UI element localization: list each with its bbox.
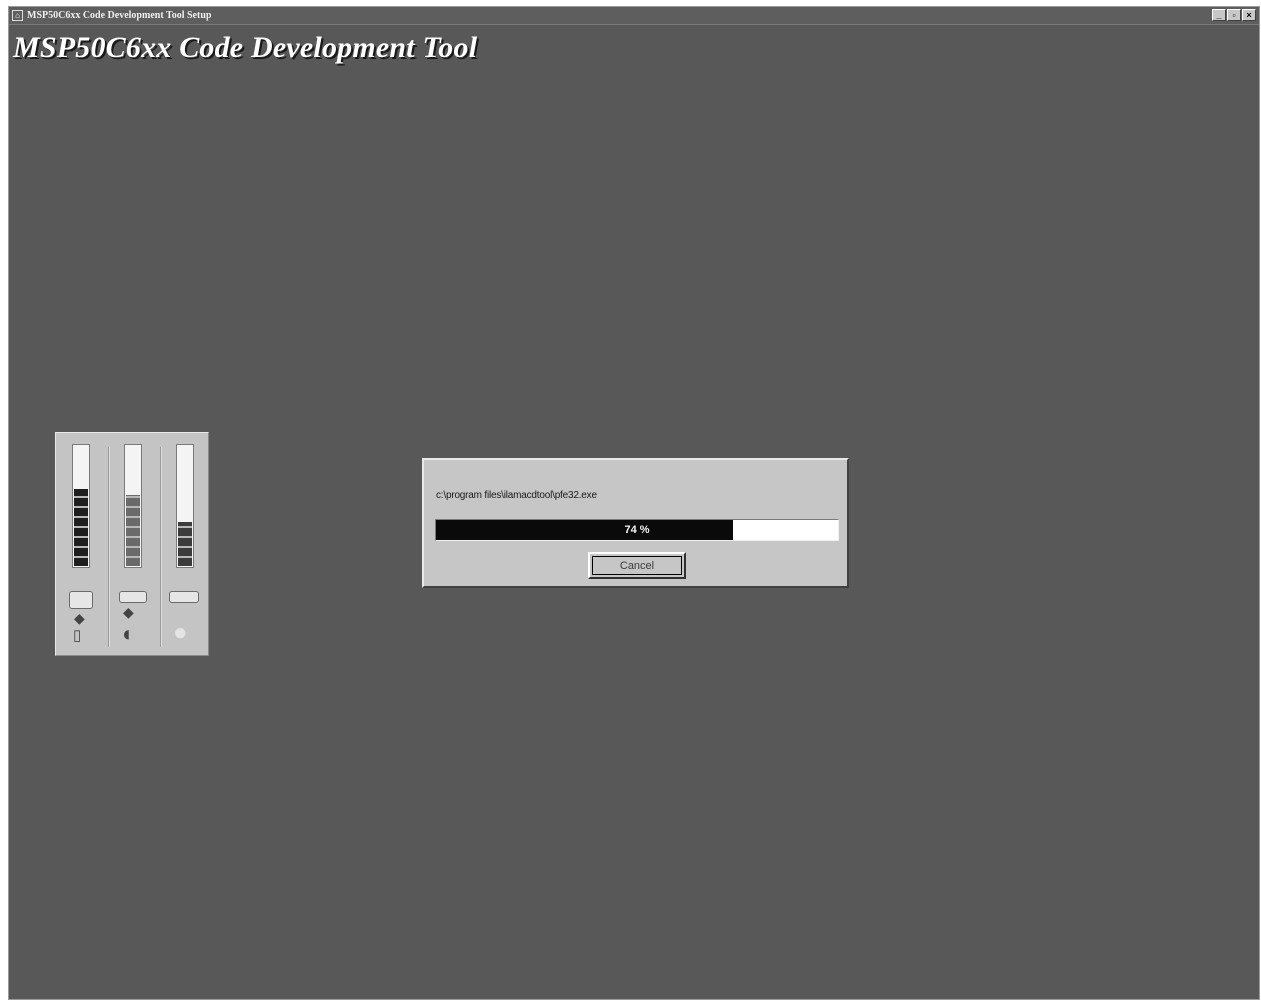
drive-icon [69,591,93,609]
drive-icon [169,591,199,603]
resource-meter-panel: ◆ ▯ ◆ ◐ ● [55,432,209,656]
arrow-down-icon: ◆ [74,610,85,626]
window-title: MSP50C6xx Code Development Tool Setup [27,10,212,21]
drive-icon [119,591,147,603]
document-icon: ▯ [73,627,82,644]
setup-banner-title: MSP50C6xx Code Development Tool [13,31,478,64]
cd-icon: ◐ [122,621,136,646]
system-meter [176,444,194,568]
progress-percent-label: 74 % [624,524,650,536]
copy-progress-bar: 74 % [435,519,839,541]
arrow-down-icon: ◆ [123,604,134,620]
globe-icon: ● [173,619,188,646]
copy-progress-dialog: c:\program files\ilamacdtool\pfe32.exe 7… [422,458,849,588]
disk-space-meter-fill [74,488,88,566]
setup-window: ⌂ MSP50C6xx Code Development Tool Setup … [8,6,1260,1000]
meter-divider [160,447,162,647]
meter-divider [108,447,110,647]
window-controls: _ ▫ × [1212,9,1256,21]
memory-meter [124,444,142,568]
disk-space-meter [72,444,90,568]
minimize-button[interactable]: _ [1212,9,1226,21]
title-bar[interactable]: ⌂ MSP50C6xx Code Development Tool Setup … [9,7,1259,25]
setup-app-icon[interactable]: ⌂ [12,10,23,21]
close-button[interactable]: × [1242,9,1256,21]
restore-button[interactable]: ▫ [1227,9,1241,21]
cancel-button[interactable]: Cancel [588,552,686,579]
memory-meter-fill [126,494,140,566]
system-meter-fill [178,521,192,566]
current-file-path: c:\program files\ilamacdtool\pfe32.exe [436,490,597,501]
